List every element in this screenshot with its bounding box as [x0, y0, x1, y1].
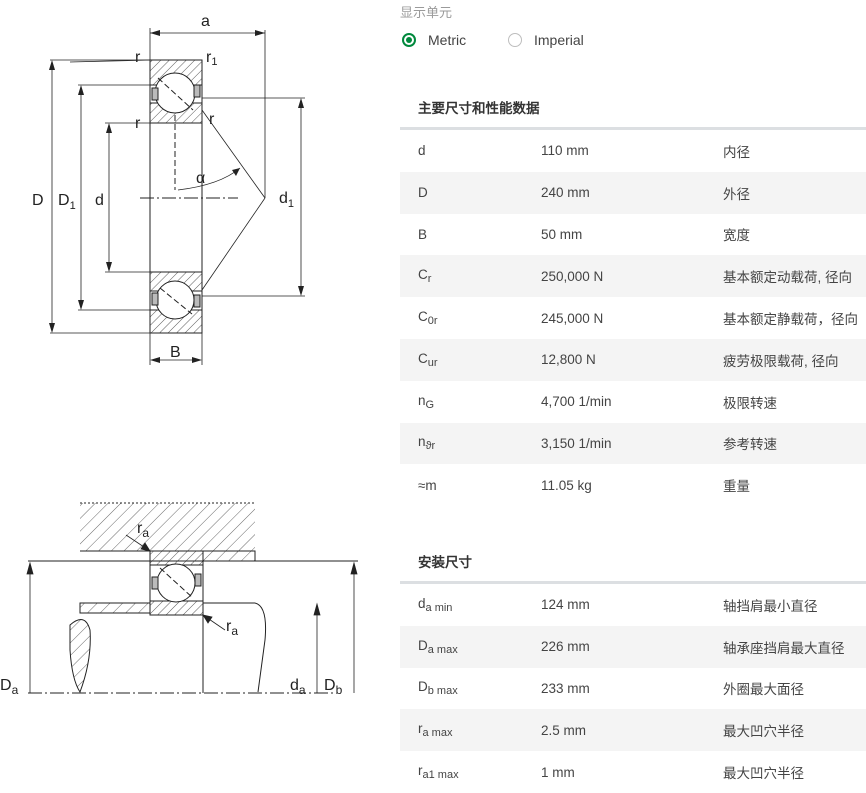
row-symbol: D [418, 185, 428, 201]
table-row: Da max 226 mm 轴承座挡肩最大直径 [400, 625, 866, 668]
row-description: 宽度 [723, 228, 750, 244]
table-row: ra max 2.5 mm 最大凹穴半径 [400, 709, 866, 752]
unit-option-imperial[interactable]: Imperial [508, 32, 584, 48]
mounting-drawing [28, 502, 358, 694]
table-row: D 240 mm 外径 [400, 171, 866, 214]
row-value: 124 mm [541, 597, 590, 613]
row-value: 12,800 N [541, 352, 596, 368]
row-value: 226 mm [541, 639, 590, 655]
row-description: 极限转速 [723, 395, 777, 411]
label-D: D [32, 192, 44, 209]
row-description: 内径 [723, 144, 750, 160]
units-label: 显示单元 [400, 5, 453, 20]
table-row: nG 4,700 1/min 极限转速 [400, 381, 866, 423]
label-r-inner: r [135, 115, 141, 132]
row-value: 4,700 1/min [541, 394, 612, 410]
row-value: 250,000 N [541, 268, 604, 284]
row-description: 重量 [723, 479, 750, 495]
row-description: 疲劳极限载荷, 径向 [723, 353, 839, 369]
label-r1: r1 [206, 49, 217, 68]
row-value: 50 mm [541, 226, 583, 242]
row-symbol: d [418, 143, 426, 159]
unit-option-label: Imperial [534, 32, 584, 48]
table-row: ≈m 11.05 kg 重量 [400, 464, 866, 506]
table-row: Db max 233 mm 外圈最大面径 [400, 668, 866, 710]
row-value: 110 mm [541, 143, 589, 159]
label-alpha: α [196, 170, 205, 187]
row-value: 245,000 N [541, 310, 604, 326]
row-description: 最大凹穴半径 [723, 724, 804, 740]
label-B: B [170, 344, 181, 361]
section-title-main: 主要尺寸和性能数据 [418, 101, 540, 116]
label-Da: Da [0, 677, 19, 697]
section-title-mounting: 安装尺寸 [418, 555, 472, 570]
bearing-drawing: a r r1 r r α D D1 d d1 B ra ra Da da Db [0, 13, 358, 697]
unit-option-metric[interactable]: Metric [402, 32, 466, 48]
row-symbol: C0r [418, 309, 438, 328]
unit-option-label: Metric [428, 32, 467, 48]
row-symbol: ra max [418, 721, 453, 740]
table-row: da min 124 mm 轴挡肩最小直径 [400, 584, 866, 626]
radio-unselected-icon[interactable] [508, 33, 522, 47]
row-symbol: ≈m [418, 477, 437, 493]
label-d: d [95, 192, 104, 209]
radio-selected-icon[interactable] [402, 33, 416, 47]
row-symbol: nϑr [418, 434, 436, 453]
table-row: C0r 245,000 N 基本额定静载荷，径向 [400, 297, 866, 339]
row-description: 参考转速 [723, 437, 777, 453]
label-da: da [290, 677, 306, 697]
row-description: 基本额定静载荷，径向 [723, 312, 858, 328]
row-value: 2.5 mm [541, 722, 587, 738]
label-ra-bottom: ra [226, 618, 238, 638]
table-row: Cr 250,000 N 基本额定动载荷, 径向 [400, 255, 866, 298]
row-symbol: nG [418, 392, 435, 411]
row-description: 轴挡肩最小直径 [723, 598, 818, 614]
row-description: 最大凹穴半径 [723, 766, 804, 782]
table-row: Cur 12,800 N 疲劳极限载荷, 径向 [400, 338, 866, 381]
bearing-cross-section [140, 59, 238, 334]
row-value: 11.05 kg [541, 477, 592, 493]
table-row: d 110 mm 内径 [400, 130, 866, 172]
row-value: 233 mm [541, 680, 590, 696]
row-symbol: Db max [418, 679, 458, 698]
label-r-right: r [209, 111, 215, 128]
row-symbol: Da max [418, 637, 458, 656]
row-symbol: da min [418, 595, 453, 614]
label-d1: d1 [279, 190, 294, 210]
row-value: 240 mm [541, 185, 590, 201]
label-D1: D1 [58, 192, 76, 212]
label-Db: Db [324, 677, 343, 697]
mounting-dimensions-table: da min 124 mm 轴挡肩最小直径 Da max 226 mm 轴承座挡肩最大直径… [400, 584, 866, 793]
main-dimensions-table: d 110 mm 内径 D 240 mm 外径 B 50 mm 宽度 Cr 250,000 N 基本额… [400, 130, 866, 506]
row-symbol: ra1 max [418, 763, 459, 782]
row-value: 1 mm [541, 764, 575, 780]
table-row: B 50 mm 宽度 [400, 214, 866, 256]
row-symbol: Cr [418, 267, 432, 286]
table-row: nϑr 3,150 1/min 参考转速 [400, 422, 866, 465]
row-symbol: B [418, 226, 428, 242]
row-description: 基本额定动载荷, 径向 [723, 270, 853, 286]
row-value: 3,150 1/min [541, 435, 612, 451]
row-symbol: Cur [418, 350, 438, 369]
label-r: r [135, 49, 141, 66]
row-description: 轴承座挡肩最大直径 [723, 640, 845, 656]
row-description: 外径 [723, 186, 750, 202]
row-description: 外圈最大面径 [723, 682, 804, 698]
label-a: a [201, 13, 210, 30]
